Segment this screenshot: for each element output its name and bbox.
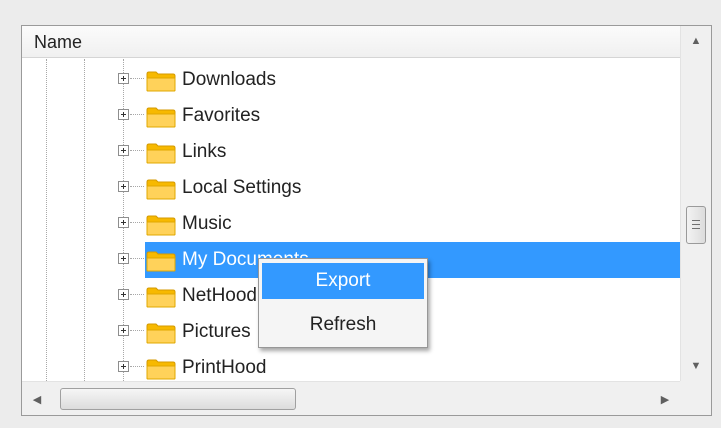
column-header-name[interactable]: Name (22, 26, 680, 58)
tree-item-label: Downloads (182, 69, 276, 90)
expand-plus-icon[interactable] (118, 145, 129, 156)
tree-item-label: Links (182, 141, 227, 162)
tree-item-label: NetHood (182, 285, 257, 306)
column-header-label: Name (34, 32, 83, 52)
tree-item[interactable]: Links (22, 134, 680, 170)
tree-connector-line (130, 366, 144, 367)
tree-connector-line (130, 330, 144, 331)
folder-tree-view[interactable]: Name Downloads Favorites Links Local Settin… (21, 25, 712, 416)
expand-plus-icon[interactable] (118, 181, 129, 192)
context-menu-export[interactable]: Export (262, 263, 424, 299)
tree-item[interactable]: Favorites (22, 98, 680, 134)
folder-icon (146, 70, 176, 92)
tree-item-label: Favorites (182, 105, 261, 126)
folder-icon (146, 214, 176, 236)
tree-item[interactable]: Downloads (22, 62, 680, 98)
tree-connector-line (130, 222, 144, 223)
folder-icon (146, 358, 176, 380)
expand-plus-icon[interactable] (118, 325, 129, 336)
folder-icon (146, 322, 176, 344)
scroll-right-arrow-icon[interactable]: ▶ (650, 382, 680, 415)
tree-item[interactable]: Local Settings (22, 170, 680, 206)
context-menu: Export Refresh (258, 258, 428, 348)
horizontal-scrollbar[interactable]: ◀ ▶ (22, 381, 680, 415)
tree-item-label: PrintHood (182, 357, 267, 378)
tree-item-label: Pictures (182, 321, 251, 342)
expand-plus-icon[interactable] (118, 361, 129, 372)
tree-item-label: Music (182, 213, 232, 234)
scroll-left-arrow-icon[interactable]: ◀ (22, 382, 52, 415)
context-menu-refresh[interactable]: Refresh (262, 307, 424, 343)
folder-icon (146, 142, 176, 164)
horizontal-scroll-thumb[interactable] (60, 388, 296, 410)
tree-connector-line (130, 150, 144, 151)
tree-connector-line (130, 258, 144, 259)
expand-plus-icon[interactable] (118, 217, 129, 228)
folder-icon (146, 250, 176, 272)
tree-connector-line (130, 78, 144, 79)
tree-item[interactable]: Music (22, 206, 680, 242)
expand-plus-icon[interactable] (118, 73, 129, 84)
folder-icon (146, 286, 176, 308)
expand-plus-icon[interactable] (118, 289, 129, 300)
scroll-down-arrow-icon[interactable]: ▼ (681, 351, 711, 381)
folder-icon (146, 106, 176, 128)
expand-plus-icon[interactable] (118, 109, 129, 120)
tree-connector-line (130, 294, 144, 295)
scroll-up-arrow-icon[interactable]: ▲ (681, 26, 711, 56)
scrollbar-corner (680, 381, 711, 415)
tree-connector-line (130, 114, 144, 115)
folder-icon (146, 178, 176, 200)
tree-item-label: Local Settings (182, 177, 302, 198)
tree-connector-line (130, 186, 144, 187)
vertical-scroll-thumb[interactable] (686, 206, 706, 244)
vertical-scrollbar[interactable]: ▲ ▼ (680, 26, 711, 381)
expand-plus-icon[interactable] (118, 253, 129, 264)
tree-item[interactable]: PrintHood (22, 350, 680, 381)
